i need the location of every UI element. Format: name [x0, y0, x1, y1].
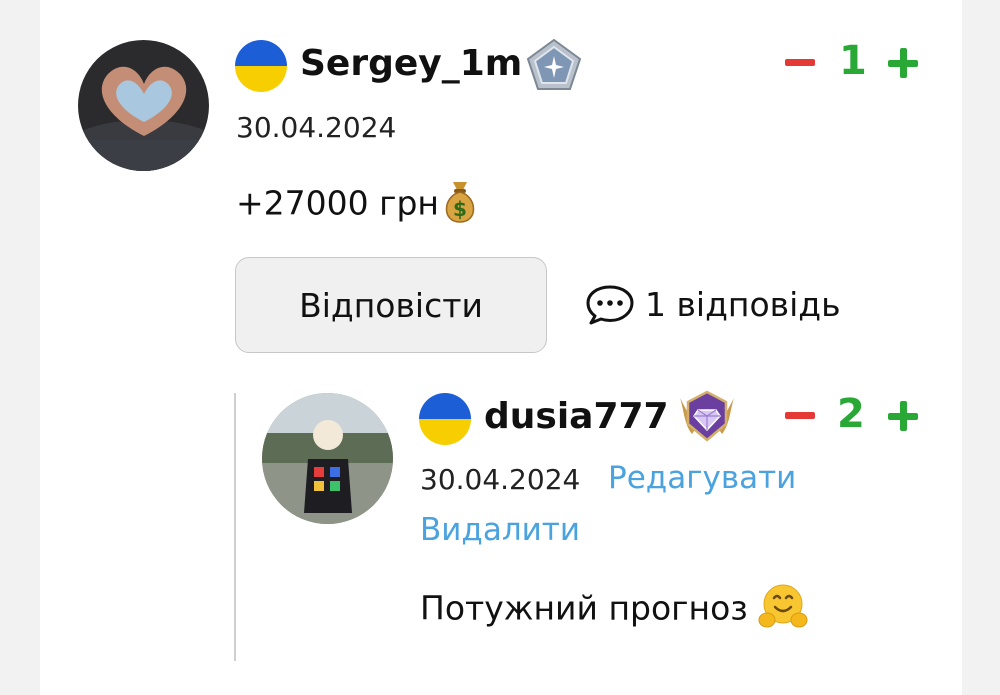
speech-bubble-icon [585, 283, 635, 325]
replies-count-label: 1 відповідь [645, 284, 841, 324]
edit-link[interactable]: Редагувати [608, 460, 796, 496]
downvote-button[interactable] [785, 412, 815, 419]
vote-count: 2 [837, 391, 865, 437]
delete-link[interactable]: Видалити [420, 512, 580, 548]
upvote-button[interactable] [888, 401, 918, 431]
reply-username[interactable]: dusia777 [484, 396, 669, 437]
ukraine-flag-icon [419, 393, 471, 445]
thread-line [234, 393, 236, 661]
ukraine-flag-icon [235, 40, 287, 92]
purple-diamond-winged-badge-icon [676, 388, 738, 444]
comment-avatar[interactable] [78, 40, 209, 171]
svg-text:$: $ [453, 197, 467, 221]
comment-username[interactable]: Sergey_1m [300, 43, 522, 84]
vote-count: 1 [839, 38, 867, 84]
silver-pentagon-badge-icon [526, 38, 582, 92]
comment-date: 30.04.2024 [236, 111, 397, 144]
comment-text-label: +27000 грн [236, 183, 439, 223]
hugging-face-emoji [758, 582, 808, 638]
upvote-button[interactable] [888, 48, 918, 78]
comment-text: +27000 грн $ [236, 178, 481, 232]
money-bag-emoji: $ [439, 178, 481, 232]
reply-button[interactable]: Відповісти [235, 257, 547, 353]
replies-toggle[interactable]: 1 відповідь [585, 283, 841, 325]
reply-avatar[interactable] [262, 393, 393, 524]
reply-date: 30.04.2024 [420, 463, 581, 496]
downvote-button[interactable] [785, 59, 815, 66]
reply-text-label: Потужний прогноз [420, 588, 748, 628]
reply-text: Потужний прогноз [420, 582, 808, 638]
